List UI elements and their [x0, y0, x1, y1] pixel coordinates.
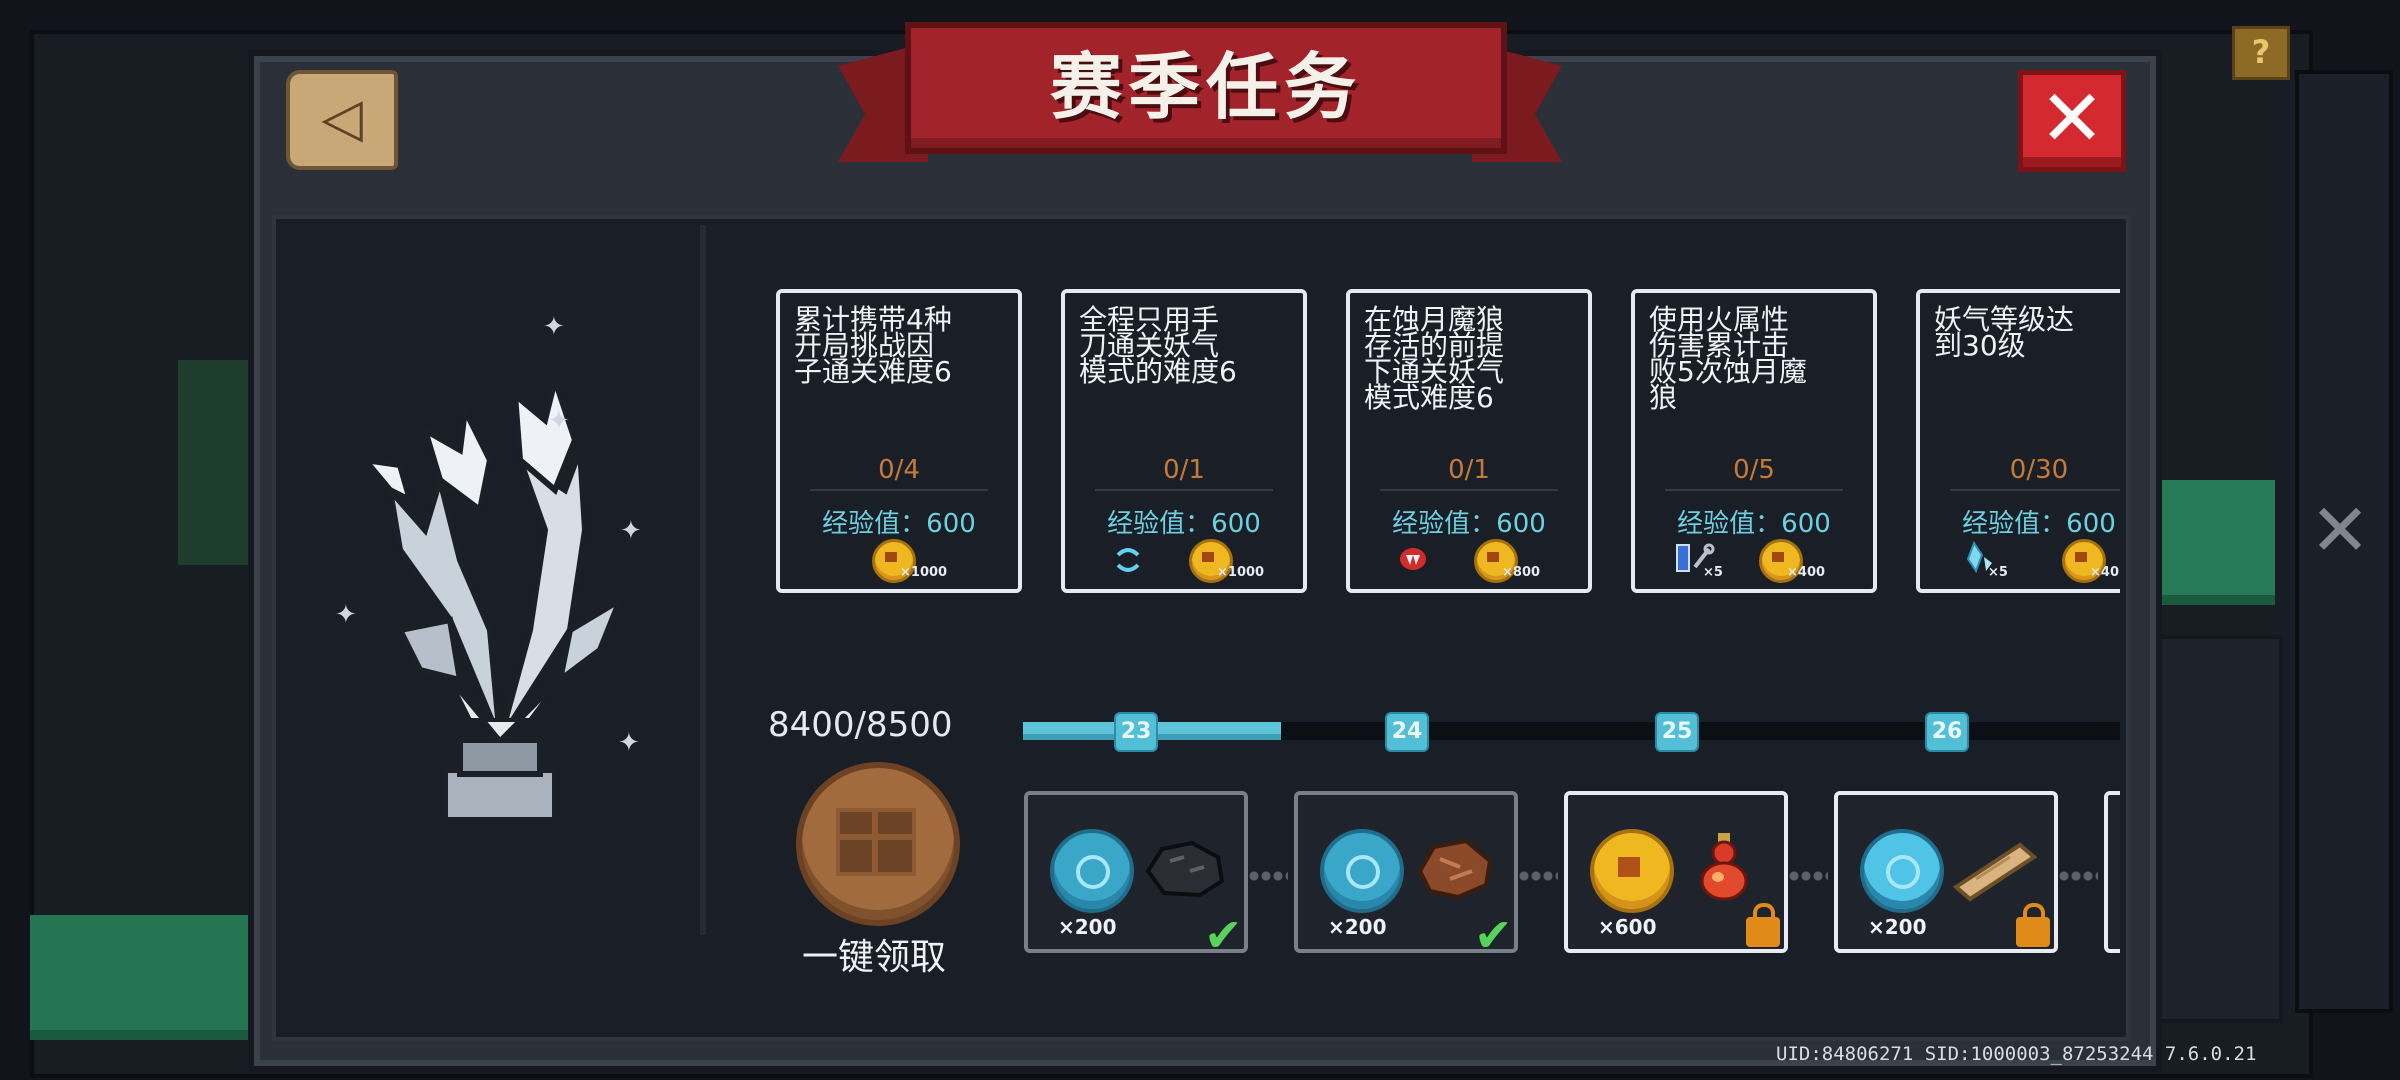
- task-exp-reward: 经验值：600: [1962, 509, 2116, 539]
- task-divider: [1380, 489, 1558, 491]
- reward-multiplier: ×1000: [900, 565, 948, 580]
- task-rewards: ×5 ×400: [1635, 539, 1873, 583]
- reward-connector: [2058, 871, 2098, 881]
- task-description: 全程只用手 刀通关妖气 模式的难度6: [1079, 303, 1237, 388]
- reward-multiplier: ×40: [2090, 565, 2119, 580]
- task-exp-reward: 经验值：600: [1107, 509, 1261, 539]
- reward-multiplier: ×600: [1598, 915, 1657, 939]
- background-green-button: [30, 915, 260, 1040]
- red-gourd-icon: [1700, 833, 1748, 901]
- task-progress: 0/30: [2009, 455, 2069, 485]
- sparkle-icon: ✦: [543, 312, 565, 342]
- blue-swirl-icon: [1116, 548, 1140, 572]
- task-exp-reward: 经验值：600: [1677, 509, 1831, 539]
- task-card[interactable]: 在蚀月魔狼 存活的前提 下通关妖气 模式难度6 0/1 经验值：600 ×800: [1346, 289, 1592, 593]
- task-rewards: ×5 ×40: [1920, 539, 2120, 583]
- background-green-button-right: [2145, 480, 2275, 605]
- reward-multiplier: ×400: [1787, 565, 1826, 580]
- level-badge: 23: [1114, 712, 1158, 752]
- task-card[interactable]: 全程只用手 刀通关妖气 模式的难度6 0/1 经验值：600 ×1000: [1061, 289, 1307, 593]
- claimed-check-icon: ✔: [1474, 908, 1513, 962]
- sparkle-icon: ✦: [620, 516, 642, 546]
- gold-coin-icon: [1590, 829, 1674, 913]
- reward-connector: [1248, 871, 1288, 881]
- task-description: 累计携带4种 开局挑战因 子通关难度6: [794, 303, 952, 388]
- task-divider: [810, 489, 988, 491]
- task-description: 在蚀月魔狼 存活的前提 下通关妖气 模式难度6: [1364, 303, 1505, 414]
- level-badge: 24: [1385, 712, 1429, 752]
- level-reward-box[interactable]: ×600: [1564, 791, 1788, 953]
- task-progress: 0/5: [1733, 455, 1775, 485]
- reward-connector: [1788, 871, 1828, 881]
- task-divider: [1665, 489, 1843, 491]
- season-exp-total: 8400/8500: [768, 705, 953, 745]
- task-list[interactable]: 累计携带4种 开局挑战因 子通关难度6 0/4 经验值：600 ×1000 全程…: [770, 285, 2120, 595]
- reward-multiplier: ×200: [1058, 915, 1117, 939]
- background-wall-stripe: [178, 360, 248, 565]
- dialog-title: 赛季任务: [1049, 45, 1362, 129]
- reward-multiplier: ×1000: [1217, 565, 1265, 580]
- task-rewards: ×1000: [780, 539, 1018, 583]
- close-icon: ✕: [2039, 74, 2105, 164]
- back-button[interactable]: ◁: [286, 70, 398, 170]
- level-badge: 26: [1925, 712, 1969, 752]
- task-exp-reward: 经验值：600: [1392, 509, 1546, 539]
- gift-box-icon: [836, 808, 916, 876]
- help-button[interactable]: ?: [2232, 26, 2290, 80]
- back-arrow-icon: ◁: [321, 86, 363, 149]
- level-reward-box[interactable]: ×200 ✔: [1294, 791, 1518, 962]
- reward-multiplier: ×800: [1502, 565, 1541, 580]
- coal-ore-icon: [1145, 840, 1225, 898]
- task-exp-reward: 经验值：600: [822, 509, 976, 539]
- reward-multiplier: ×5: [1703, 565, 1723, 580]
- uid-sid-version: UID:84806271 SID:1000003_87253244 7.6.0.…: [1776, 1043, 2257, 1065]
- task-divider: [1095, 489, 1273, 491]
- claimed-check-icon: ✔: [1204, 908, 1243, 962]
- task-rewards: ×800: [1350, 539, 1588, 583]
- level-reward-box[interactable]: ×200 ✔: [1024, 791, 1248, 962]
- level-badge: 25: [1655, 712, 1699, 752]
- reward-multiplier: ×200: [1328, 915, 1387, 939]
- level-reward-box[interactable]: ×200: [1834, 791, 2058, 953]
- lock-icon: [1746, 903, 1780, 947]
- sparkle-icon: ✦: [548, 406, 570, 436]
- task-progress: 0/4: [878, 455, 920, 485]
- task-description: 使用火属性 伤害累计击 败5次蚀月魔 狼: [1649, 303, 1807, 414]
- claim-all-button[interactable]: [796, 762, 960, 926]
- background-close-icon: ✕: [2309, 488, 2371, 572]
- panel-divider: [700, 225, 706, 935]
- season-trophy: ✦ ✦ ✦ ✦ ✦: [330, 300, 660, 860]
- meat-icon: [1417, 838, 1493, 900]
- task-card[interactable]: 使用火属性 伤害累计击 败5次蚀月魔 狼 0/5 经验值：600 ×5 ×400: [1631, 289, 1877, 593]
- blue-coin-icon: [1860, 829, 1944, 913]
- task-rewards: ×1000: [1065, 539, 1303, 583]
- task-progress: 0/1: [1163, 455, 1205, 485]
- close-button[interactable]: ✕: [2018, 70, 2126, 172]
- reward-multiplier: ×200: [1868, 915, 1927, 939]
- claim-all-label: 一键领取: [801, 937, 946, 978]
- blue-coin-icon: [1320, 829, 1404, 913]
- wood-plank-icon: [1952, 842, 2038, 902]
- background-dark-panel: [2145, 635, 2283, 1023]
- task-progress: 0/1: [1448, 455, 1490, 485]
- task-card[interactable]: 累计携带4种 开局挑战因 子通关难度6 0/4 经验值：600 ×1000: [776, 289, 1022, 593]
- task-divider: [1950, 489, 2120, 491]
- lock-icon: [2016, 903, 2050, 947]
- blue-coin-icon: [1050, 829, 1134, 913]
- task-description: 妖气等级达 到30级: [1934, 303, 2075, 362]
- sparkle-icon: ✦: [335, 600, 357, 630]
- red-fang-icon: [1400, 548, 1426, 570]
- task-card[interactable]: 妖气等级达 到30级 0/30 经验值：600 ×5 ×40: [1916, 289, 2120, 593]
- sparkle-icon: ✦: [618, 728, 640, 758]
- reward-connector: [1518, 871, 1558, 881]
- title-ribbon: 赛季任务: [905, 22, 1507, 154]
- level-reward-box[interactable]: [2104, 791, 2120, 953]
- reward-multiplier: ×5: [1988, 565, 2008, 580]
- level-rewards-list[interactable]: ×200 ✔ ×200 ✔ ×600 ×200: [1020, 785, 2120, 965]
- silver-coral-trophy-icon: [357, 369, 627, 823]
